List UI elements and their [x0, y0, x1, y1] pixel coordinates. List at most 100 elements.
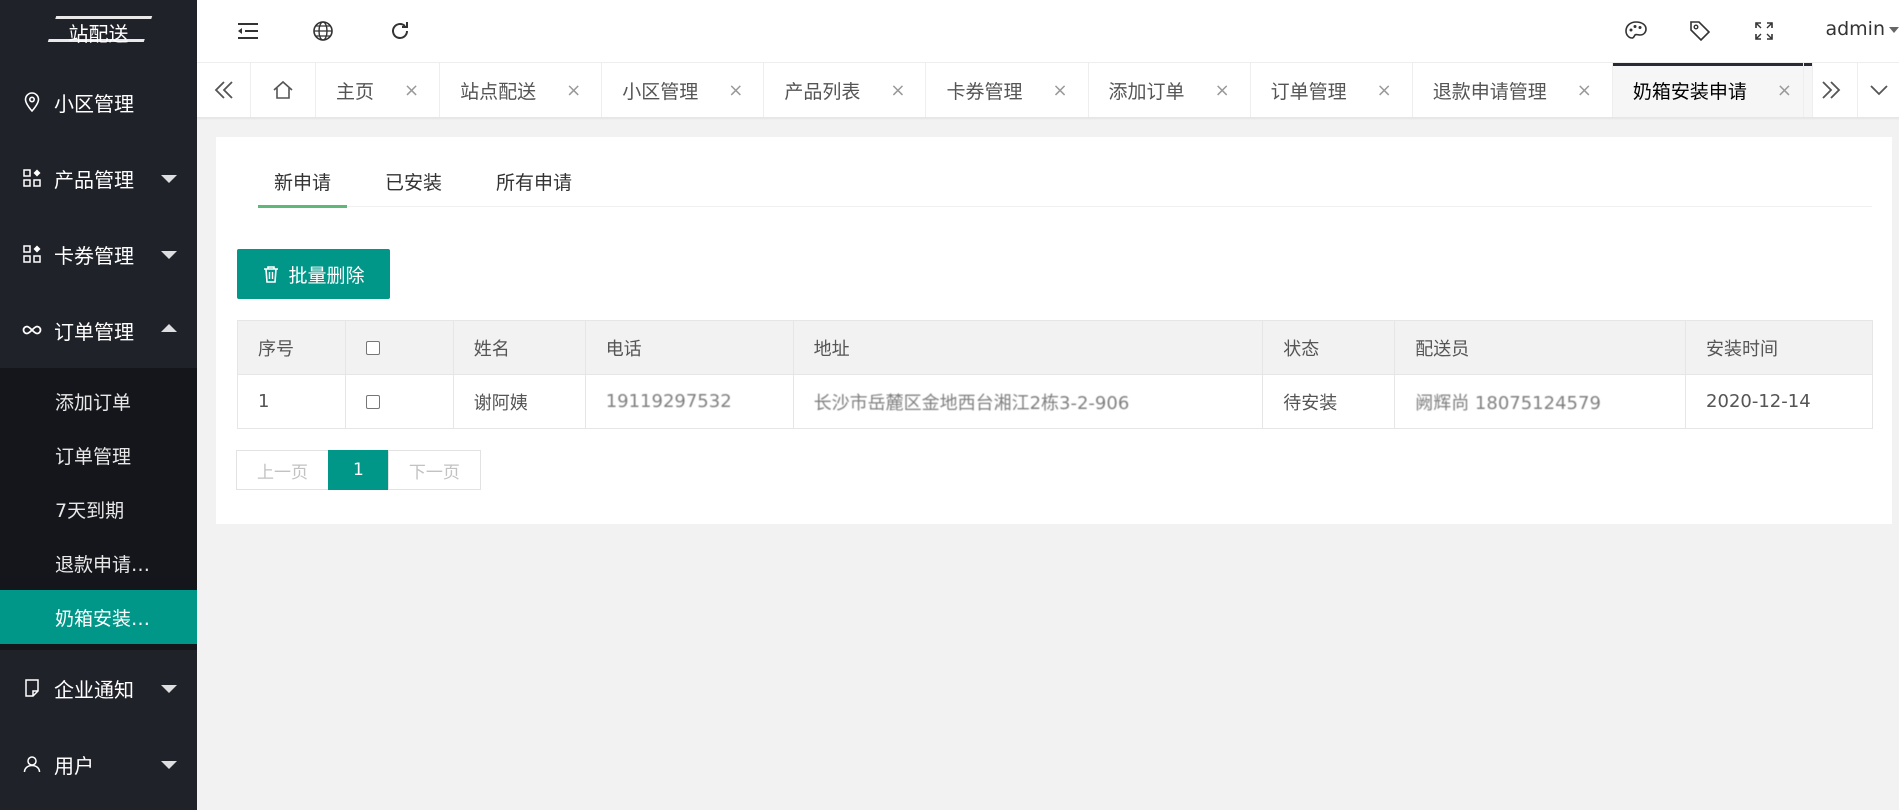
close-icon[interactable]: × [728, 80, 743, 101]
tab-orders[interactable]: 订单管理 × [1251, 63, 1413, 117]
table-header-row: 序号 姓名 电话 地址 状态 配送员 安装时间 [237, 320, 1873, 375]
tabs-menu-chevron-down-icon[interactable] [1857, 63, 1899, 117]
tab-product-list[interactable]: 产品列表 × [764, 63, 927, 117]
tab-label: 添加订单 [1108, 80, 1185, 103]
apps-icon [22, 244, 42, 264]
cell-courier: 阙辉尚 18075124579 [1394, 374, 1687, 429]
tab-add-order[interactable]: 添加订单 × [1089, 63, 1251, 117]
sidebar-item-label: 小区管理 [54, 91, 134, 116]
sidebar-item-notices[interactable]: 企业通知 [0, 650, 197, 726]
tab-community[interactable]: 小区管理 × [602, 63, 765, 117]
tabs-scroll-right-icon[interactable] [1803, 63, 1857, 117]
submenu-order-management[interactable]: 订单管理 [0, 428, 197, 482]
fullscreen-icon[interactable] [1751, 18, 1777, 44]
select-all-checkbox[interactable] [365, 341, 380, 355]
tab-list: 主页 × 站点配送 × 小区管理 × 产品列表 × 卡券管理 × 添加订单 × 订单管理 × … [251, 63, 1813, 117]
sidebar-item-coupons[interactable]: 卡券管理 [0, 216, 197, 292]
top-header: admin [197, 0, 1899, 63]
tab-home[interactable] [251, 63, 316, 117]
sidebar-item-orders[interactable]: 订单管理 [0, 292, 197, 368]
close-icon[interactable]: × [1215, 80, 1230, 101]
close-icon[interactable]: × [1377, 80, 1392, 101]
pagination: 上一页 1 下一页 [236, 450, 481, 490]
chevron-down-icon [161, 175, 177, 183]
row-checkbox[interactable] [365, 395, 380, 409]
chevron-up-icon [161, 324, 177, 332]
col-phone: 电话 [584, 320, 794, 375]
tab-station-delivery[interactable]: 站点配送 × [440, 63, 603, 117]
close-icon[interactable]: × [890, 80, 905, 101]
cell-name: 谢阿姨 [452, 374, 586, 429]
theme-palette-icon[interactable] [1623, 18, 1649, 44]
close-icon[interactable]: × [1052, 80, 1067, 101]
col-install-date: 安装时间 [1685, 320, 1873, 375]
col-courier: 配送员 [1394, 320, 1687, 375]
globe-icon[interactable] [310, 18, 336, 44]
next-page-button[interactable]: 下一页 [387, 450, 481, 490]
sidebar-item-products[interactable]: 产品管理 [0, 140, 197, 216]
page-tabs-bar: 主页 × 站点配送 × 小区管理 × 产品列表 × 卡券管理 × 添加订单 × 订单管理 × … [197, 63, 1899, 118]
tab-label: 站点配送 [460, 80, 537, 103]
tab-milkbox-install[interactable]: 奶箱安装申请 × [1612, 63, 1813, 117]
sidebar-item-community[interactable]: 小区管理 [0, 64, 197, 140]
submenu-milkbox-install[interactable]: 奶箱安装… [0, 590, 197, 644]
close-icon[interactable]: × [1577, 80, 1592, 101]
user-icon [22, 754, 42, 774]
current-page[interactable]: 1 [328, 450, 389, 490]
submenu-expiring-7-days[interactable]: 7天到期 [0, 482, 197, 536]
tabs-scroll-left-icon[interactable] [197, 63, 251, 117]
submenu-refund-requests[interactable]: 退款申请… [0, 536, 197, 590]
refresh-icon[interactable] [387, 18, 413, 44]
caret-down-icon [1889, 26, 1899, 33]
apps-icon [22, 168, 42, 188]
chevron-down-icon [161, 685, 177, 693]
tag-icon[interactable] [1687, 18, 1713, 44]
note-icon [22, 678, 42, 698]
col-select-all [344, 320, 454, 375]
tab-all-requests[interactable]: 所有申请 [480, 155, 588, 207]
col-address: 地址 [792, 320, 1264, 375]
sidebar-item-label: 用户 [54, 753, 94, 778]
tab-installed[interactable]: 已安装 [369, 155, 458, 207]
tab-new-requests[interactable]: 新申请 [258, 155, 348, 208]
close-icon[interactable]: × [1777, 80, 1792, 101]
tab-label: 奶箱安装申请 [1632, 80, 1747, 103]
tab-label: 订单管理 [1270, 80, 1347, 103]
cell-index: 1 [237, 374, 346, 429]
tab-refunds[interactable]: 退款申请管理 × [1413, 63, 1613, 117]
trash-icon [262, 265, 280, 283]
logo[interactable]: 站配送 [0, 0, 197, 64]
chevron-down-icon [161, 761, 177, 769]
tab-label: 卡券管理 [946, 80, 1023, 103]
tab-main[interactable]: 主页 × [316, 63, 441, 117]
redaction-scribble [47, 16, 153, 42]
cell-phone: 19119297532 [584, 374, 794, 429]
prev-page-button[interactable]: 上一页 [236, 450, 329, 490]
col-name: 姓名 [452, 320, 586, 375]
sidebar-item-label: 企业通知 [54, 677, 134, 702]
status-tabs: 新申请 已安装 所有申请 [258, 155, 1872, 208]
close-icon[interactable]: × [566, 80, 581, 101]
orders-submenu: 添加订单 订单管理 7天到期 退款申请… 奶箱安装… [0, 368, 197, 650]
sidebar-item-label: 卡券管理 [54, 243, 134, 268]
sidebar-item-label: 订单管理 [54, 319, 134, 344]
submenu-add-order[interactable]: 添加订单 [0, 374, 197, 428]
tab-label: 小区管理 [622, 80, 699, 103]
batch-delete-button[interactable]: 批量删除 [237, 249, 390, 299]
table-row[interactable]: 1 谢阿姨 19119297532 长沙市岳麓区金地西台湘江2栋3-2-906 … [237, 374, 1873, 429]
cell-status: 待安装 [1262, 374, 1396, 429]
home-icon [273, 80, 293, 99]
sidebar-item-users[interactable]: 用户 [0, 726, 197, 802]
install-requests-table: 序号 姓名 电话 地址 状态 配送员 安装时间 1 谢阿姨 1911929753… [237, 320, 1873, 429]
infinity-icon [22, 320, 42, 340]
close-icon[interactable]: × [404, 80, 419, 101]
col-index: 序号 [237, 320, 346, 375]
collapse-menu-icon[interactable] [235, 18, 261, 44]
location-icon [22, 92, 42, 112]
tab-coupons[interactable]: 卡券管理 × [926, 63, 1089, 117]
sidebar-item-label: 产品管理 [54, 167, 134, 192]
tab-label: 主页 [336, 80, 375, 103]
user-menu[interactable]: admin [1825, 18, 1899, 40]
sidebar: 站配送 小区管理 产品管理 卡券管理 订单管理 添加订单 订单管理 7天到期 退… [0, 0, 197, 810]
batch-delete-label: 批量删除 [288, 264, 365, 287]
